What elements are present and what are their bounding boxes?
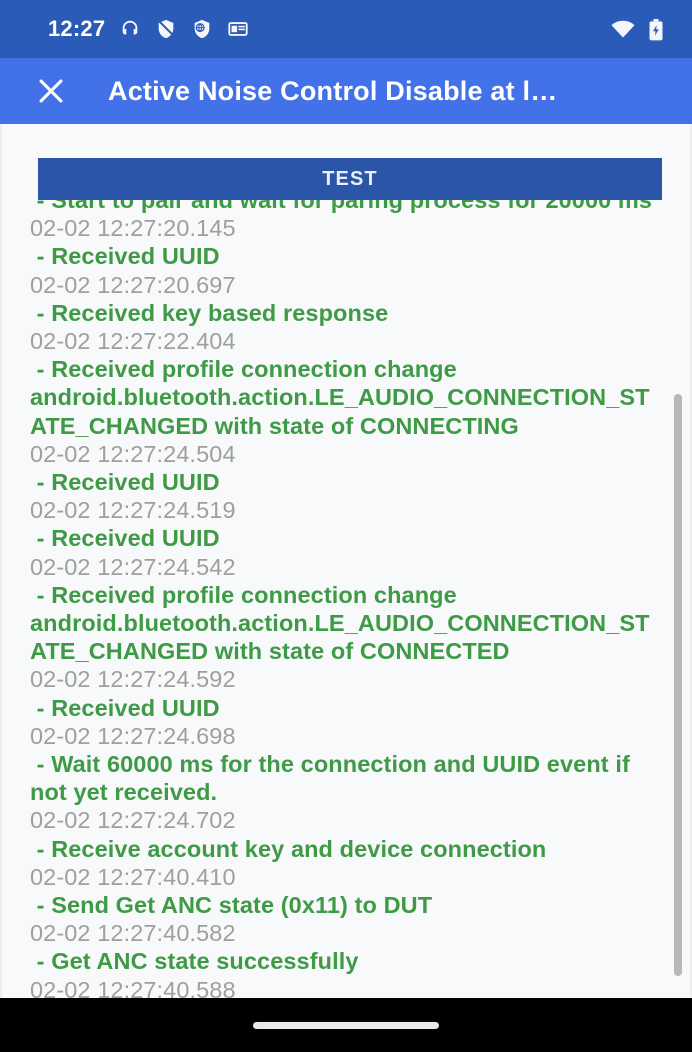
log-message: - Received UUID (30, 694, 220, 721)
log-message: - Wait 60000 ms for the connection and U… (30, 751, 637, 806)
log-timestamp: 02-02 12:27:22.404 (30, 328, 236, 355)
log-timestamp: 02-02 12:27:24.504 (30, 440, 236, 467)
status-bar: 12:27 (0, 0, 692, 58)
log-timestamp: 02-02 12:27:24.702 (30, 807, 236, 834)
navigation-bar (0, 998, 692, 1052)
wifi-icon (610, 18, 635, 40)
log-message: - Receive account key and device connect… (30, 835, 547, 862)
log-message: - Received profile connection change and… (30, 581, 650, 665)
bluetooth-headset-icon (119, 18, 141, 40)
log-timestamp: 02-02 12:27:24.519 (30, 497, 236, 524)
log-message: - Received UUID (30, 469, 220, 496)
log-message: - Received UUID (30, 243, 220, 270)
log-list: - Start to pair and wait for paring proc… (30, 194, 664, 998)
status-bar-clock: 12:27 (48, 16, 106, 41)
close-icon[interactable] (30, 70, 72, 112)
page-title: Active Noise Control Disable at l… (108, 75, 558, 106)
log-message: - Send Get ANC state (0x11) to DUT (30, 892, 433, 919)
status-bar-left: 12:27 (48, 16, 610, 42)
android-phone-screen: 12:27 Active Noise Control Disable at l…… (0, 0, 692, 1052)
home-gesture-pill[interactable] (253, 1021, 439, 1029)
log-timestamp: 02-02 12:27:24.592 (30, 666, 236, 693)
scrollbar-thumb[interactable] (674, 394, 682, 976)
log-timestamp: 02-02 12:27:24.698 (30, 722, 236, 749)
test-content-panel: TEST - Start to pair and wait for paring… (0, 124, 692, 998)
log-timestamp: 02-02 12:27:20.697 (30, 271, 236, 298)
log-timestamp: 02-02 12:27:40.410 (30, 863, 236, 890)
log-timestamp: 02-02 12:27:24.542 (30, 553, 236, 580)
card-notification-icon (227, 18, 249, 40)
log-timestamp: 02-02 12:27:40.588 (30, 976, 236, 998)
status-bar-right (610, 18, 670, 41)
battery-charging-icon (648, 18, 670, 41)
log-message: - Get ANC state successfully (30, 948, 359, 975)
log-message: - Received UUID (30, 525, 220, 552)
log-timestamp: 02-02 12:27:20.145 (30, 215, 236, 242)
shield-globe-icon (191, 18, 213, 40)
log-scroll-area[interactable]: - Start to pair and wait for paring proc… (2, 194, 690, 998)
log-timestamp: 02-02 12:27:40.582 (30, 920, 236, 947)
app-bar: Active Noise Control Disable at l… (0, 58, 692, 124)
shield-slash-icon (155, 18, 177, 40)
test-button[interactable]: TEST (38, 158, 662, 200)
scrollbar-track[interactable] (674, 124, 682, 998)
log-message: - Received profile connection change and… (30, 356, 650, 439)
log-message: - Received key based response (30, 299, 389, 326)
